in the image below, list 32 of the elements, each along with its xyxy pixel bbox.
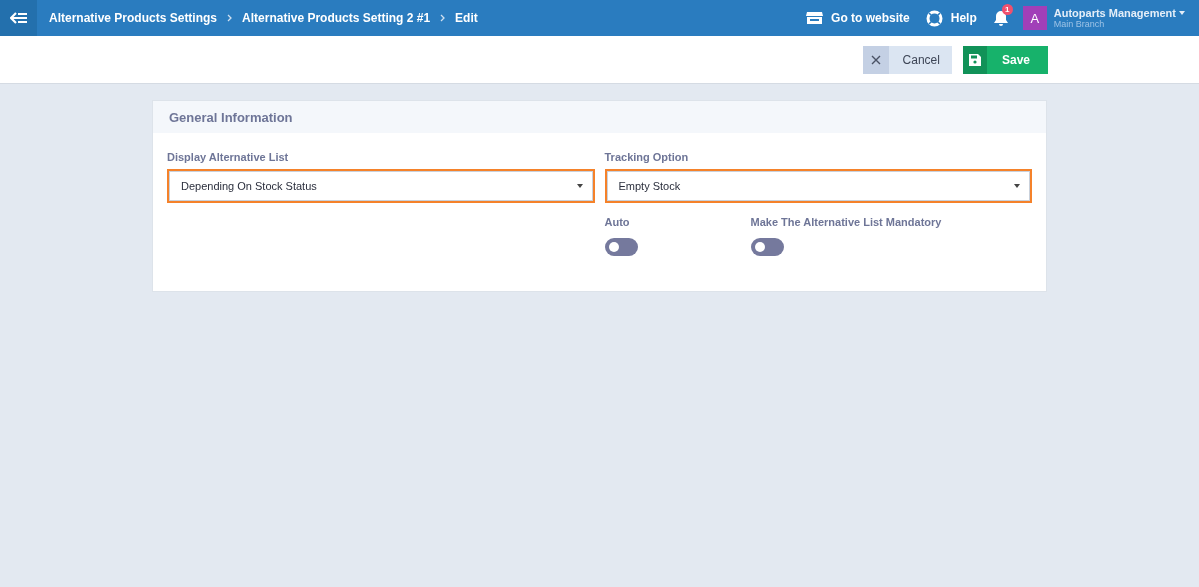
lifebuoy-icon (925, 9, 943, 27)
breadcrumb-link[interactable]: Alternative Products Setting 2 #1 (242, 11, 431, 25)
close-icon (870, 55, 881, 65)
avatar[interactable]: A (1022, 6, 1047, 30)
dropdown-caret-icon (576, 184, 583, 188)
notification-badge: 1 (1001, 3, 1013, 15)
bell-icon[interactable] (992, 9, 1009, 27)
field-label: Tracking Option (604, 151, 690, 163)
card-title: General Information (153, 101, 1046, 133)
select-field[interactable]: Empty Stock (604, 169, 1032, 203)
chevron-icon (440, 14, 446, 22)
toggle-switch[interactable] (604, 238, 638, 256)
header-link[interactable]: Go to website (806, 11, 910, 25)
caret-icon (1179, 11, 1185, 15)
chevron-icon (227, 14, 233, 22)
toggle-label: Make The Alternative List Mandatory (750, 216, 942, 228)
store-icon (806, 11, 824, 25)
cancel-button[interactable]: Cancel (862, 46, 952, 74)
save-icon (968, 54, 981, 66)
back-button[interactable] (0, 0, 37, 36)
save-button[interactable]: Save (962, 46, 1048, 74)
toggle-switch[interactable] (750, 238, 784, 256)
dropdown-caret-icon (1014, 184, 1020, 188)
account-name[interactable]: Autoparts Management (1053, 7, 1176, 19)
select-field[interactable]: Depending On Stock Status (167, 169, 595, 203)
breadcrumb-current: Edit (455, 11, 478, 25)
toggle-label: Auto (604, 216, 631, 228)
field-label: Display Alternative List (167, 151, 290, 163)
branch-name: Main Branch (1053, 19, 1106, 29)
back-icon (9, 12, 28, 24)
breadcrumb-link[interactable]: Alternative Products Settings (49, 11, 218, 25)
header-link[interactable]: Help (925, 9, 977, 27)
